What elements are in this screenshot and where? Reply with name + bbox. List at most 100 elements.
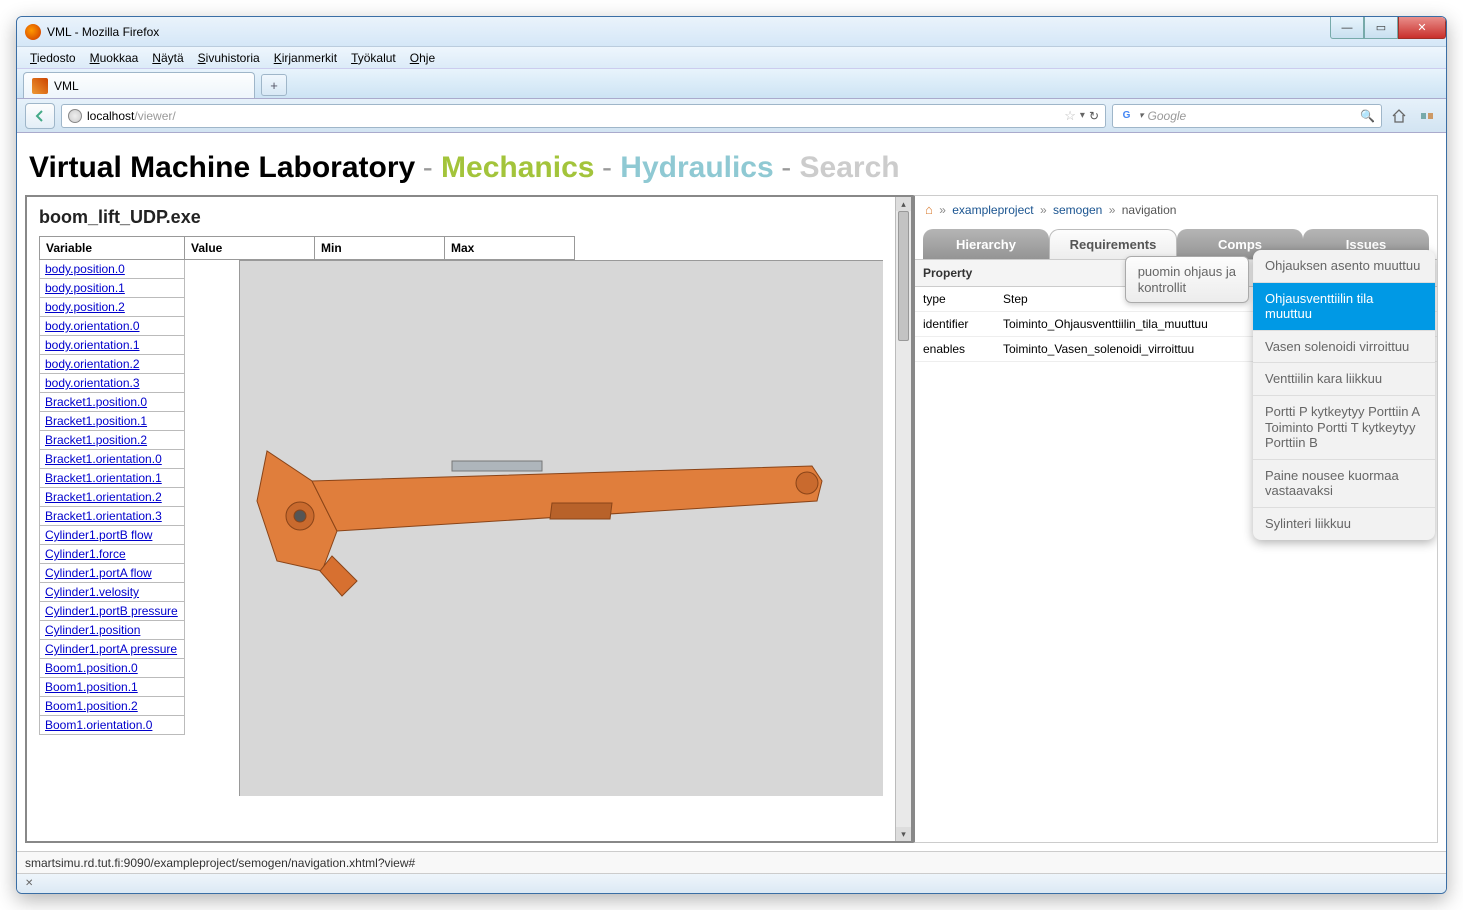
tab-requirements[interactable]: Requirements <box>1049 229 1177 259</box>
back-button[interactable] <box>25 103 55 129</box>
variable-link[interactable]: Bracket1.orientation.1 <box>45 471 162 485</box>
addon-button[interactable] <box>1416 105 1438 127</box>
variable-link[interactable]: Cylinder1.portB flow <box>45 528 152 542</box>
header-part3[interactable]: Hydraulics <box>620 151 773 184</box>
variable-link[interactable]: body.orientation.0 <box>45 319 140 333</box>
header-part2[interactable]: Mechanics <box>441 151 594 184</box>
tab-hierarchy[interactable]: Hierarchy <box>923 229 1049 259</box>
refresh-icon[interactable]: ↻ <box>1089 109 1099 123</box>
url-path: /viewer/ <box>134 109 175 123</box>
page-content: Virtual Machine Laboratory - Mechanics -… <box>17 133 1446 873</box>
menu-tiedosto[interactable]: Tiedosto <box>23 49 83 67</box>
search-dropdown-icon[interactable]: ▾ <box>1139 110 1144 121</box>
variable-link[interactable]: body.position.0 <box>45 262 125 276</box>
variable-link[interactable]: Cylinder1.force <box>45 547 126 561</box>
variable-link[interactable]: Bracket1.position.1 <box>45 414 147 428</box>
variable-link[interactable]: body.orientation.1 <box>45 338 140 352</box>
firefox-icon <box>25 24 41 40</box>
tabstrip: VML + <box>17 69 1446 99</box>
navigation-toolbar: localhost/viewer/ ☆ ▾ ↻ G ▾ Google 🔍 <box>17 99 1446 133</box>
search-submit-icon[interactable]: 🔍 <box>1360 109 1375 123</box>
tooltip: puomin ohjaus ja kontrollit <box>1125 256 1249 303</box>
close-button[interactable]: ✕ <box>1398 17 1446 39</box>
search-placeholder: Google <box>1148 109 1187 123</box>
menu-tyokalut[interactable]: Työkalut <box>344 49 403 67</box>
google-icon: G <box>1119 108 1134 123</box>
prop-key: type <box>915 287 995 312</box>
col-value: Value <box>185 237 315 260</box>
scroll-up-icon[interactable]: ▴ <box>896 197 911 211</box>
variable-link[interactable]: Cylinder1.portB pressure <box>45 604 178 618</box>
variable-link[interactable]: body.position.2 <box>45 300 125 314</box>
search-box[interactable]: G ▾ Google 🔍 <box>1112 104 1382 128</box>
variable-link[interactable]: Cylinder1.position <box>45 623 140 637</box>
popup-item[interactable]: Sylinteri liikkuu <box>1253 508 1435 540</box>
bookmark-star-icon[interactable]: ☆ <box>1064 108 1076 124</box>
variable-link[interactable]: Bracket1.orientation.3 <box>45 509 162 523</box>
header-part1: Virtual Machine Laboratory <box>29 151 415 184</box>
browser-tab[interactable]: VML <box>23 72 255 98</box>
popup-item[interactable]: Vasen solenoidi virroittuu <box>1253 331 1435 364</box>
url-dropdown-icon[interactable]: ▾ <box>1080 110 1085 121</box>
popup-item[interactable]: Paine nousee kuormaa vastaavaksi <box>1253 460 1435 508</box>
new-tab-button[interactable]: + <box>261 74 287 96</box>
menubar: Tiedosto Muokkaa Näytä Sivuhistoria Kirj… <box>17 47 1446 69</box>
step-popup-menu: Ohjauksen asento muuttuuOhjausventtiilin… <box>1253 250 1435 540</box>
variable-link[interactable]: Cylinder1.velosity <box>45 585 139 599</box>
popup-item[interactable]: Portti P kytkeytyy Porttiin A Toiminto P… <box>1253 396 1435 460</box>
addonbar-close-icon[interactable]: ✕ <box>25 878 33 889</box>
page-header: Virtual Machine Laboratory - Mechanics -… <box>17 133 1446 195</box>
left-scrollbar[interactable]: ▴ ▾ <box>895 197 911 841</box>
tab-label: VML <box>54 79 79 93</box>
variable-link[interactable]: body.orientation.3 <box>45 376 140 390</box>
crumb-exampleproject[interactable]: exampleproject <box>952 203 1033 217</box>
status-text: smartsimu.rd.tut.fi:9090/exampleproject/… <box>25 856 415 870</box>
header-part4[interactable]: Search <box>800 151 900 184</box>
home-button[interactable] <box>1388 105 1410 127</box>
titlebar: VML - Mozilla Firefox — ▭ ✕ <box>17 17 1446 47</box>
left-pane: boom_lift_UDP.exe Variable Value Min Max <box>25 195 913 843</box>
crumb-navigation: navigation <box>1122 203 1177 217</box>
menu-nayta[interactable]: Näytä <box>145 49 190 67</box>
variable-link[interactable]: Boom1.orientation.0 <box>45 718 152 732</box>
col-min: Min <box>315 237 445 260</box>
home-icon[interactable]: ⌂ <box>925 202 933 217</box>
url-host: localhost <box>87 109 134 123</box>
variable-link[interactable]: Boom1.position.0 <box>45 661 138 675</box>
exe-title: boom_lift_UDP.exe <box>39 207 883 228</box>
variable-link[interactable]: Bracket1.position.2 <box>45 433 147 447</box>
crumb-semogen[interactable]: semogen <box>1053 203 1102 217</box>
menu-muokkaa[interactable]: Muokkaa <box>83 49 146 67</box>
minimize-button[interactable]: — <box>1330 17 1364 39</box>
variable-link[interactable]: Cylinder1.portA flow <box>45 566 152 580</box>
variable-link[interactable]: Bracket1.orientation.2 <box>45 490 162 504</box>
window-title: VML - Mozilla Firefox <box>47 25 159 39</box>
menu-sivuhistoria[interactable]: Sivuhistoria <box>191 49 267 67</box>
popup-item[interactable]: Ohjauksen asento muuttuu <box>1253 250 1435 283</box>
popup-item[interactable]: Ohjausventtiilin tila muuttuu <box>1253 283 1435 331</box>
url-bar[interactable]: localhost/viewer/ ☆ ▾ ↻ <box>61 104 1106 128</box>
col-max: Max <box>445 237 575 260</box>
variable-link[interactable]: Boom1.position.2 <box>45 699 138 713</box>
variable-link[interactable]: body.position.1 <box>45 281 125 295</box>
maximize-button[interactable]: ▭ <box>1364 17 1398 39</box>
popup-item[interactable]: Venttiilin kara liikkuu <box>1253 363 1435 396</box>
menu-ohje[interactable]: Ohje <box>403 49 442 67</box>
variable-link[interactable]: Bracket1.orientation.0 <box>45 452 162 466</box>
boom-model <box>252 411 842 611</box>
scroll-thumb[interactable] <box>898 211 909 341</box>
variable-link[interactable]: Cylinder1.portA pressure <box>45 642 177 656</box>
variable-link[interactable]: Bracket1.position.0 <box>45 395 147 409</box>
right-pane: ⌂ » exampleproject » semogen » navigatio… <box>913 195 1438 843</box>
variable-link[interactable]: Boom1.position.1 <box>45 680 138 694</box>
col-variable: Variable <box>40 237 185 260</box>
breadcrumb: ⌂ » exampleproject » semogen » navigatio… <box>915 196 1437 223</box>
prop-key: identifier <box>915 312 995 337</box>
3d-viewport[interactable] <box>239 260 883 796</box>
scroll-down-icon[interactable]: ▾ <box>896 827 911 841</box>
addon-bar: ✕ <box>17 873 1446 893</box>
variable-link[interactable]: body.orientation.2 <box>45 357 140 371</box>
menu-kirjanmerkit[interactable]: Kirjanmerkit <box>267 49 344 67</box>
favicon-icon <box>32 78 48 94</box>
prop-header: Property <box>915 260 995 287</box>
